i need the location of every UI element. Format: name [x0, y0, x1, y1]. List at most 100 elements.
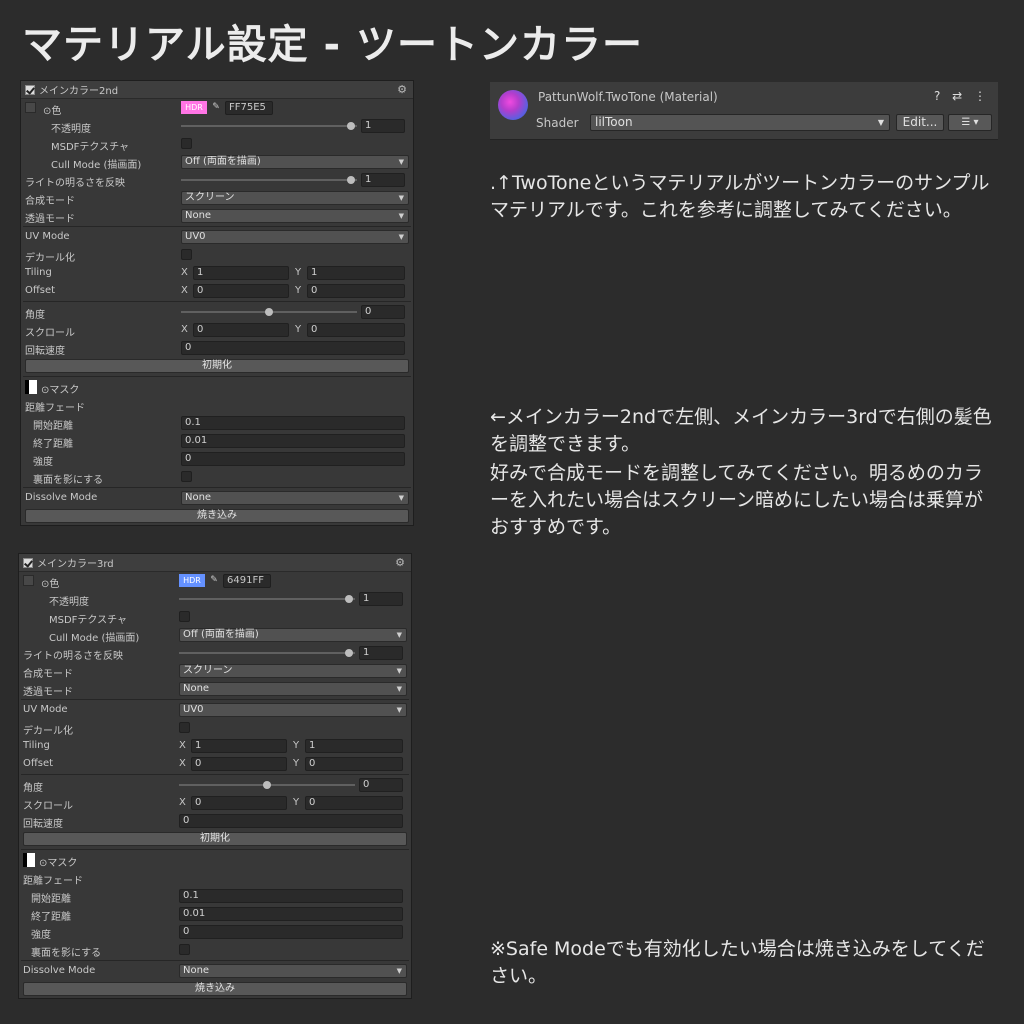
- opacity-slider[interactable]: [181, 125, 357, 127]
- scroll-y-field[interactable]: 0: [305, 796, 403, 810]
- angle-label: 角度: [23, 783, 43, 794]
- gear-icon[interactable]: ⚙: [395, 556, 405, 569]
- light-slider-knob[interactable]: [345, 649, 353, 657]
- opacity-slider-knob[interactable]: [347, 122, 355, 130]
- dissolve-dropdown[interactable]: None: [179, 964, 407, 978]
- fade-end-field[interactable]: 0.01: [179, 907, 403, 921]
- opacity-field[interactable]: 1: [359, 592, 403, 606]
- rotation-row: 回転速度 0: [21, 339, 413, 357]
- mask-texture-slot[interactable]: [25, 380, 37, 394]
- hex-color-field[interactable]: 6491FF: [223, 574, 271, 588]
- tiling-x-field[interactable]: 1: [191, 739, 287, 753]
- eyedropper-icon[interactable]: ✎: [207, 575, 221, 587]
- offset-x-field[interactable]: 0: [193, 284, 289, 298]
- blend-label: 合成モード: [23, 669, 73, 680]
- inspector-toolbar-icons[interactable]: ? ⇄ ⋮: [934, 89, 990, 103]
- enable-checkbox[interactable]: [25, 84, 35, 95]
- scroll-y-field[interactable]: 0: [307, 323, 405, 337]
- reset-button[interactable]: 初期化: [23, 832, 407, 846]
- hex-color-field[interactable]: FF75E5: [225, 101, 273, 115]
- fade-start-field[interactable]: 0.1: [179, 889, 403, 903]
- alpha-row: 透過モード None: [21, 207, 413, 225]
- hdr-color-swatch[interactable]: HDR: [179, 574, 205, 587]
- decal-toggle[interactable]: [179, 722, 190, 733]
- texture-slot[interactable]: [25, 102, 36, 113]
- shader-dropdown[interactable]: lilToon: [590, 114, 890, 131]
- backface-toggle[interactable]: [181, 471, 192, 482]
- panel-header[interactable]: メインカラー3rd ⚙: [19, 554, 411, 572]
- panel-header[interactable]: メインカラー2nd ⚙: [21, 81, 413, 99]
- bake-button[interactable]: 焼き込み: [23, 982, 407, 996]
- scroll-x-field[interactable]: 0: [191, 796, 287, 810]
- fade-end-label: 終了距離: [31, 912, 71, 923]
- color-label: ⊙色: [41, 579, 60, 590]
- offset-row: Offset X 0 Y 0: [21, 282, 413, 300]
- msdf-row: MSDFテクスチャ: [19, 608, 411, 626]
- cull-row: Cull Mode (描画面) Off (両面を描画): [19, 626, 411, 644]
- light-field[interactable]: 1: [359, 646, 403, 660]
- opacity-label: 不透明度: [51, 124, 91, 135]
- edit-shader-button[interactable]: Edit...: [896, 114, 944, 131]
- enable-checkbox[interactable]: [23, 557, 33, 568]
- offset-x-field[interactable]: 0: [191, 757, 287, 771]
- alpha-dropdown[interactable]: None: [181, 209, 409, 223]
- divider: [21, 960, 409, 961]
- tiling-y-field[interactable]: 1: [307, 266, 405, 280]
- uv-dropdown[interactable]: UV0: [181, 230, 409, 244]
- fade-end-field[interactable]: 0.01: [181, 434, 405, 448]
- init-row: 初期化: [19, 830, 411, 848]
- bake-button[interactable]: 焼き込み: [25, 509, 409, 523]
- strength-field[interactable]: 0: [181, 452, 405, 466]
- uv-dropdown[interactable]: UV0: [179, 703, 407, 717]
- decal-toggle[interactable]: [181, 249, 192, 260]
- opacity-row: 不透明度 1: [21, 117, 413, 135]
- strength-row: 強度 0: [19, 923, 411, 941]
- tiling-x-field[interactable]: 1: [193, 266, 289, 280]
- light-row: ライトの明るさを反映 1: [19, 644, 411, 662]
- msdf-toggle[interactable]: [179, 611, 190, 622]
- reset-button[interactable]: 初期化: [25, 359, 409, 373]
- hdr-color-swatch[interactable]: HDR: [181, 101, 207, 114]
- strength-field[interactable]: 0: [179, 925, 403, 939]
- angle-slider-knob[interactable]: [265, 308, 273, 316]
- blend-dropdown[interactable]: スクリーン: [179, 664, 407, 678]
- texture-slot[interactable]: [23, 575, 34, 586]
- light-slider[interactable]: [181, 179, 357, 181]
- color-row: ⊙色 HDR ✎ 6491FF: [19, 572, 411, 590]
- offset-y-field[interactable]: 0: [305, 757, 403, 771]
- opacity-slider[interactable]: [179, 598, 355, 600]
- angle-slider-knob[interactable]: [263, 781, 271, 789]
- msdf-toggle[interactable]: [181, 138, 192, 149]
- rotation-field[interactable]: 0: [181, 341, 405, 355]
- tiling-y-axis: Y: [293, 740, 300, 751]
- rotation-field[interactable]: 0: [179, 814, 403, 828]
- bake-row: 焼き込み: [21, 507, 413, 525]
- dissolve-label: Dissolve Mode: [23, 965, 96, 976]
- light-field[interactable]: 1: [361, 173, 405, 187]
- blend-dropdown[interactable]: スクリーン: [181, 191, 409, 205]
- gear-icon[interactable]: ⚙: [397, 83, 407, 96]
- light-slider[interactable]: [179, 652, 355, 654]
- cull-dropdown[interactable]: Off (両面を描画): [179, 628, 407, 642]
- opacity-field[interactable]: 1: [361, 119, 405, 133]
- angle-field[interactable]: 0: [361, 305, 405, 319]
- cull-row: Cull Mode (描画面) Off (両面を描画): [21, 153, 413, 171]
- scroll-label: スクロール: [23, 801, 73, 812]
- alpha-dropdown[interactable]: None: [179, 682, 407, 696]
- angle-field[interactable]: 0: [359, 778, 403, 792]
- cull-dropdown[interactable]: Off (両面を描画): [181, 155, 409, 169]
- offset-y-field[interactable]: 0: [307, 284, 405, 298]
- dissolve-dropdown[interactable]: None: [181, 491, 409, 505]
- fade-start-field[interactable]: 0.1: [181, 416, 405, 430]
- tiling-y-field[interactable]: 1: [305, 739, 403, 753]
- eyedropper-icon[interactable]: ✎: [209, 102, 223, 114]
- mask-texture-slot[interactable]: [23, 853, 35, 867]
- bake-row: 焼き込み: [19, 980, 411, 998]
- material-name: PattunWolf.TwoTone (Material): [538, 90, 718, 104]
- opacity-slider-knob[interactable]: [345, 595, 353, 603]
- scroll-x-field[interactable]: 0: [193, 323, 289, 337]
- fade-end-row: 終了距離 0.01: [21, 432, 413, 450]
- shader-menu-button[interactable]: ☰ ▾: [948, 114, 992, 131]
- backface-toggle[interactable]: [179, 944, 190, 955]
- light-slider-knob[interactable]: [347, 176, 355, 184]
